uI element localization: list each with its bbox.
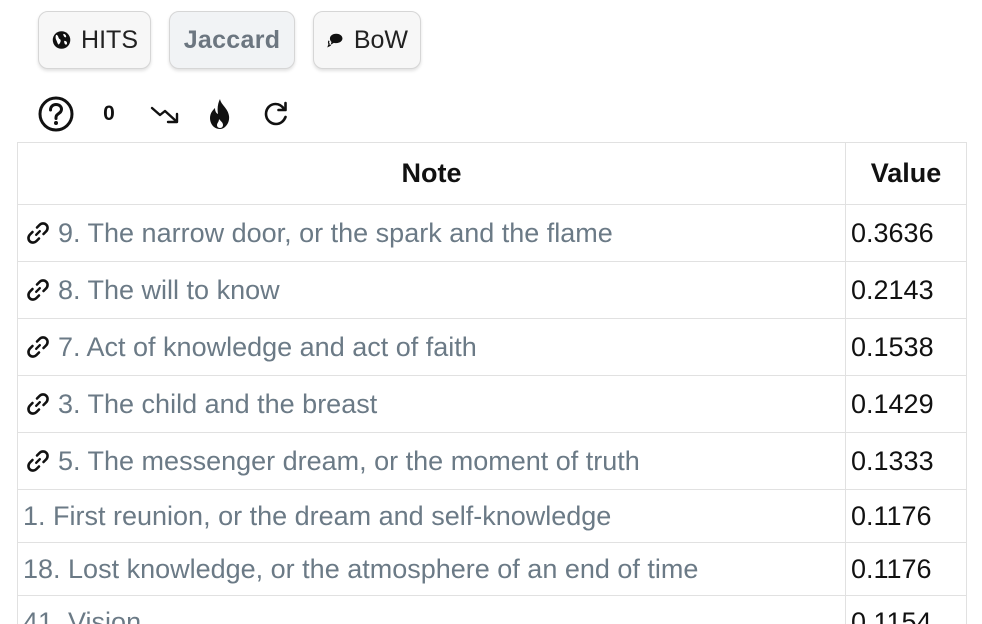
note-title[interactable]: 3. The child and the breast xyxy=(58,389,377,419)
table-row[interactable]: 18. Lost knowledge, or the atmosphere of… xyxy=(17,542,967,596)
page: HITS Jaccard BoW 0 Note Value 9. The nar… xyxy=(0,0,982,624)
note-cell[interactable]: 7. Act of knowledge and act of faith xyxy=(17,318,846,376)
note-cell[interactable]: 9. The narrow door, or the spark and the… xyxy=(17,204,846,262)
note-cell[interactable]: 3. The child and the breast xyxy=(17,375,846,433)
table-row[interactable]: 41. Vision 0.1154 xyxy=(17,595,967,624)
note-cell[interactable]: 18. Lost knowledge, or the atmosphere of… xyxy=(17,542,846,596)
value-cell: 0.1538 xyxy=(845,318,967,376)
note-title[interactable]: 9. The narrow door, or the spark and the… xyxy=(58,218,613,248)
value-cell: 0.1429 xyxy=(845,375,967,433)
tab-hits-label: HITS xyxy=(81,25,138,54)
note-title[interactable]: 5. The messenger dream, or the moment of… xyxy=(58,446,640,476)
note-cell[interactable]: 41. Vision xyxy=(17,595,846,624)
table-header-row: Note Value xyxy=(17,142,967,205)
note-title[interactable]: 18. Lost knowledge, or the atmosphere of… xyxy=(23,554,698,584)
tab-jaccard[interactable]: Jaccard xyxy=(169,11,295,69)
value-cell: 0.1333 xyxy=(845,432,967,490)
results-table: Note Value 9. The narrow door, or the sp… xyxy=(17,142,967,624)
tab-bar: HITS Jaccard BoW xyxy=(38,11,421,69)
note-cell[interactable]: 8. The will to know xyxy=(17,261,846,319)
speech-bubble-icon xyxy=(327,33,343,48)
value-cell: 0.1176 xyxy=(845,542,967,596)
tab-jaccard-label: Jaccard xyxy=(183,25,281,54)
count-value: 0 xyxy=(103,102,115,125)
table-row[interactable]: 9. The narrow door, or the spark and the… xyxy=(17,204,967,262)
tab-bow[interactable]: BoW xyxy=(313,11,421,69)
trend-down-icon[interactable] xyxy=(150,102,180,126)
link-icon xyxy=(27,449,49,472)
column-header-note[interactable]: Note xyxy=(17,142,846,205)
link-icon xyxy=(27,335,49,358)
value-cell: 0.1176 xyxy=(845,489,967,543)
table-body: 9. The narrow door, or the spark and the… xyxy=(17,204,967,624)
value-cell: 0.1154 xyxy=(845,595,967,624)
link-icon xyxy=(27,221,49,244)
value-cell: 0.3636 xyxy=(845,204,967,262)
note-cell[interactable]: 5. The messenger dream, or the moment of… xyxy=(17,432,846,490)
toolbar: 0 xyxy=(38,96,290,132)
table-row[interactable]: 5. The messenger dream, or the moment of… xyxy=(17,432,967,490)
table-row[interactable]: 1. First reunion, or the dream and self-… xyxy=(17,489,967,543)
note-cell[interactable]: 1. First reunion, or the dream and self-… xyxy=(17,489,846,543)
table-row[interactable]: 7. Act of knowledge and act of faith 0.15… xyxy=(17,318,967,376)
refresh-icon[interactable] xyxy=(262,100,290,128)
link-icon xyxy=(27,278,49,301)
note-title[interactable]: 41. Vision xyxy=(23,607,141,624)
globe-icon xyxy=(52,31,71,49)
table-row[interactable]: 3. The child and the breast 0.1429 xyxy=(17,375,967,433)
column-header-value[interactable]: Value xyxy=(845,142,967,205)
tab-bow-label: BoW xyxy=(353,25,408,54)
value-cell: 0.2143 xyxy=(845,261,967,319)
fire-icon[interactable] xyxy=(206,98,234,130)
help-icon[interactable] xyxy=(38,96,74,132)
note-title[interactable]: 1. First reunion, or the dream and self-… xyxy=(23,501,611,531)
link-icon xyxy=(27,392,49,415)
note-title[interactable]: 7. Act of knowledge and act of faith xyxy=(58,332,477,362)
results-table-wrapper: Note Value 9. The narrow door, or the sp… xyxy=(17,142,967,624)
tab-hits[interactable]: HITS xyxy=(38,11,151,69)
note-title[interactable]: 8. The will to know xyxy=(58,275,280,305)
table-row[interactable]: 8. The will to know 0.2143 xyxy=(17,261,967,319)
